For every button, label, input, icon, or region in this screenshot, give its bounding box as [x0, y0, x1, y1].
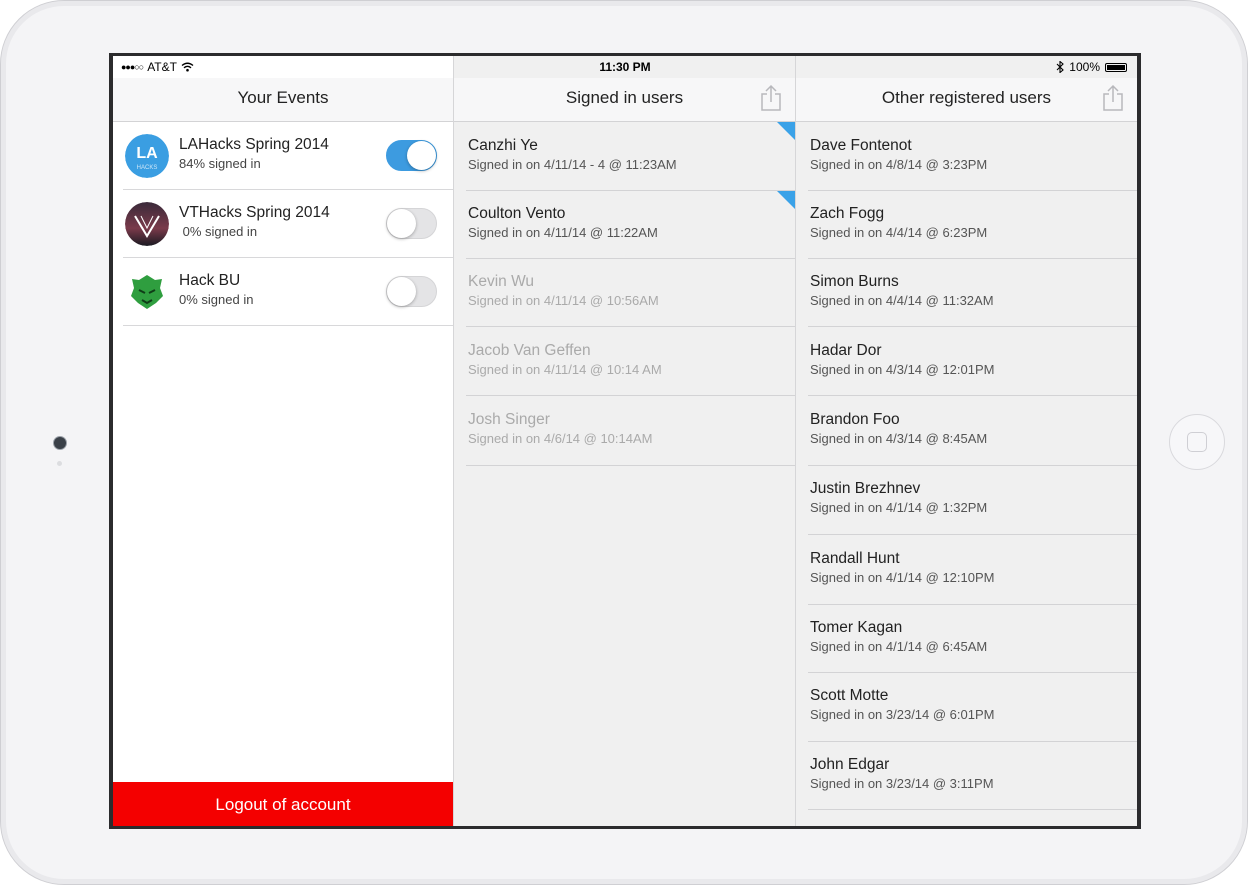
list-item[interactable]: Randall Hunt Signed in on 4/1/14 @ 12:10… [808, 535, 1137, 605]
user-detail: Signed in on 4/8/14 @ 3:23PM [810, 157, 988, 172]
events-header: Your Events [113, 78, 453, 122]
list-item[interactable]: Dave Fontenot Signed in on 4/8/14 @ 3:23… [808, 122, 1137, 191]
list-item[interactable]: Brandon Foo Signed in on 4/3/14 @ 8:45AM [808, 396, 1137, 466]
event-name: VTHacks Spring 2014 [179, 204, 330, 221]
user-name: Simon Burns [810, 273, 899, 290]
other-users-pane: Other registered users Dave Fontenot Sig… [795, 56, 1137, 826]
list-item[interactable]: Coulton Vento Signed in on 4/11/14 @ 11:… [466, 191, 795, 259]
event-row-lahacks[interactable]: LA HACKS LAHacks Spring 2014 84% signed … [123, 122, 453, 190]
signed-in-pane: Signed in users Canzhi Ye Signed in on 4… [453, 56, 795, 826]
user-detail: Signed in on 4/6/14 @ 10:14AM [468, 431, 653, 446]
status-time: 11:30 PM [599, 60, 651, 74]
status-right: 100% [1056, 60, 1127, 74]
camera-lens [53, 436, 67, 450]
user-name: Jacob Van Geffen [468, 342, 591, 359]
event-row-vthacks[interactable]: VTHacks Spring 2014 0% signed in [123, 190, 453, 258]
user-name: Brandon Foo [810, 411, 900, 428]
vthacks-logo [125, 202, 169, 246]
screen-bezel: Your Events LA HACKS LAHacks Spring 2014… [109, 53, 1141, 829]
home-button-icon [1187, 432, 1207, 452]
logout-button[interactable]: Logout of account [113, 782, 453, 826]
user-detail: Signed in on 4/11/14 @ 10:14 AM [468, 362, 662, 377]
event-toggle-hackbu[interactable] [386, 276, 437, 307]
user-detail: Signed in on 4/1/14 @ 6:45AM [810, 639, 988, 654]
list-item[interactable]: Hadar Dor Signed in on 4/3/14 @ 12:01PM [808, 327, 1137, 396]
user-name: John Edgar [810, 756, 890, 773]
user-detail: Signed in on 4/11/14 @ 10:56AM [468, 293, 659, 308]
list-item[interactable]: Jacob Van Geffen Signed in on 4/11/14 @ … [466, 327, 795, 396]
user-detail: Signed in on 4/11/14 - 4 @ 11:23AM [468, 157, 677, 172]
bluetooth-icon [1056, 61, 1065, 73]
event-toggle-vthacks[interactable] [386, 208, 437, 239]
share-icon[interactable] [759, 84, 783, 112]
user-detail: Signed in on 4/4/14 @ 11:32AM [810, 293, 994, 308]
list-item[interactable]: Justin Brezhnev Signed in on 4/1/14 @ 1:… [808, 466, 1137, 535]
list-item[interactable]: Kevin Wu Signed in on 4/11/14 @ 10:56AM [466, 259, 795, 327]
user-name: Josh Singer [468, 411, 550, 428]
toggle-knob [407, 141, 436, 170]
user-name: Scott Motte [810, 687, 889, 704]
share-icon[interactable] [1101, 84, 1125, 112]
battery-percent: 100% [1069, 60, 1100, 74]
svg-text:HACKS: HACKS [137, 165, 158, 171]
toggle-knob [387, 209, 416, 238]
status-bar: ●●●○○ AT&T 11:30 PM 100% [113, 56, 1137, 78]
flag-corner [777, 122, 795, 140]
toggle-knob [387, 277, 416, 306]
user-name: Canzhi Ye [468, 137, 538, 154]
user-detail: Signed in on 4/1/14 @ 12:10PM [810, 570, 995, 585]
user-name: Kevin Wu [468, 273, 535, 290]
list-item[interactable]: Zach Fogg Signed in on 4/4/14 @ 6:23PM [808, 191, 1137, 259]
list-item[interactable]: Simon Burns Signed in on 4/4/14 @ 11:32A… [808, 259, 1137, 327]
lahacks-logo: LA HACKS [125, 134, 169, 178]
other-users-header: Other registered users [796, 78, 1137, 122]
flag-corner [777, 191, 795, 209]
user-detail: Signed in on 4/3/14 @ 8:45AM [810, 431, 988, 446]
user-detail: Signed in on 4/4/14 @ 6:23PM [810, 225, 988, 240]
event-status: 0% signed in [179, 224, 258, 239]
user-name: Coulton Vento [468, 205, 566, 222]
event-toggle-lahacks[interactable] [386, 140, 437, 171]
user-detail: Signed in on 4/11/14 @ 11:22AM [468, 225, 658, 240]
events-pane: Your Events LA HACKS LAHacks Spring 2014… [113, 56, 453, 826]
svg-text:LA: LA [136, 145, 158, 162]
list-item[interactable]: Josh Singer Signed in on 4/6/14 @ 10:14A… [466, 396, 795, 466]
home-button[interactable] [1169, 414, 1225, 470]
event-status: 0% signed in [179, 292, 254, 307]
user-name: Dave Fontenot [810, 137, 912, 154]
user-name: Hadar Dor [810, 342, 882, 359]
event-name: Hack BU [179, 272, 241, 289]
user-detail: Signed in on 4/3/14 @ 12:01PM [810, 362, 995, 377]
event-row-hackbu[interactable]: Hack BU 0% signed in [123, 258, 453, 326]
list-item[interactable]: Tomer Kagan Signed in on 4/1/14 @ 6:45AM [808, 605, 1137, 673]
ambient-sensor [57, 461, 62, 466]
signed-in-header: Signed in users [454, 78, 795, 122]
list-item[interactable]: Canzhi Ye Signed in on 4/11/14 - 4 @ 11:… [466, 122, 795, 191]
user-detail: Signed in on 4/1/14 @ 1:32PM [810, 500, 988, 515]
list-item[interactable]: Scott Motte Signed in on 3/23/14 @ 6:01P… [808, 673, 1137, 742]
events-title: Your Events [237, 88, 329, 107]
user-name: Zach Fogg [810, 205, 885, 222]
user-detail: Signed in on 3/23/14 @ 6:01PM [810, 707, 995, 722]
user-name: Randall Hunt [810, 550, 900, 567]
signed-in-title: Signed in users [565, 88, 684, 107]
user-name: Justin Brezhnev [810, 480, 921, 497]
hackbu-logo [125, 270, 169, 314]
list-item[interactable]: John Edgar Signed in on 3/23/14 @ 3:11PM [808, 742, 1137, 810]
event-name: LAHacks Spring 2014 [179, 136, 329, 153]
user-name: Tomer Kagan [810, 619, 903, 636]
user-detail: Signed in on 3/23/14 @ 3:11PM [810, 776, 994, 791]
battery-icon [1105, 62, 1127, 72]
event-status: 84% signed in [179, 156, 261, 171]
other-users-title: Other registered users [881, 88, 1052, 107]
app-screen: Your Events LA HACKS LAHacks Spring 2014… [113, 56, 1137, 826]
